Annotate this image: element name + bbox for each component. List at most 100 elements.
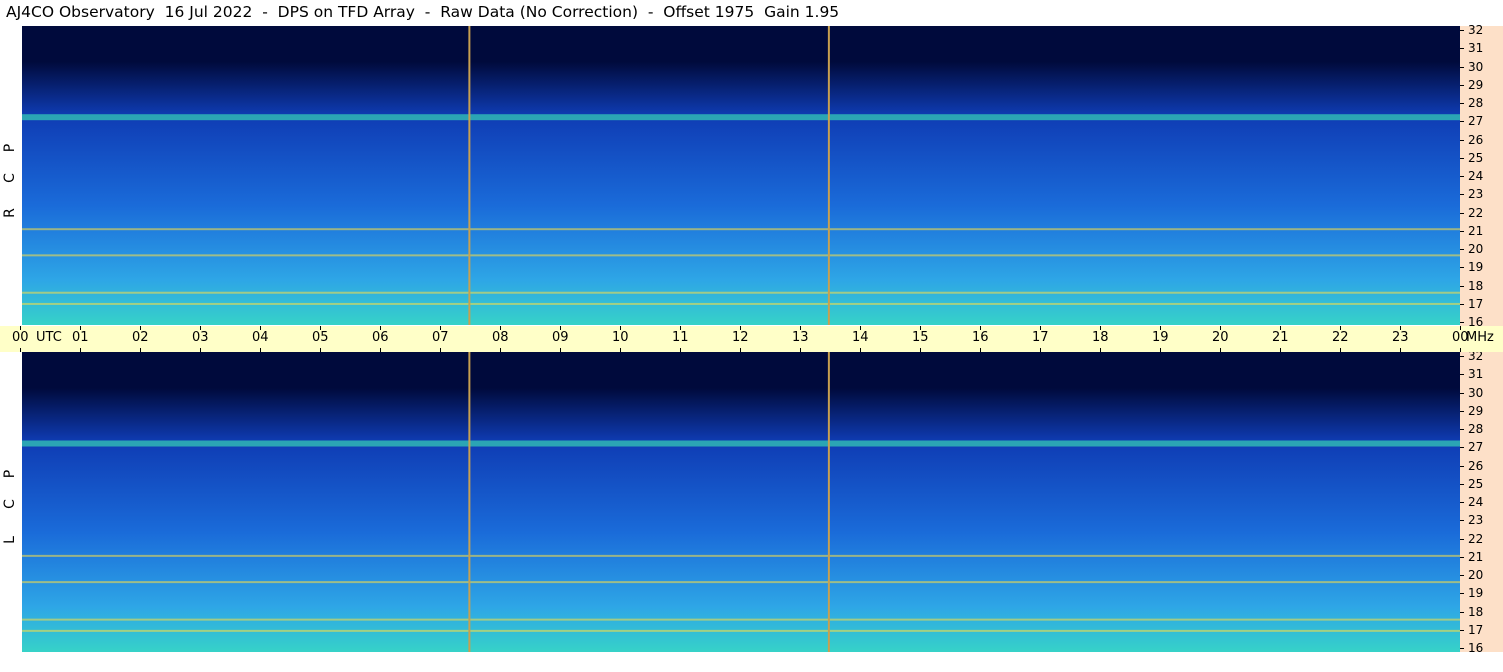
time-tick-label: 15 bbox=[912, 330, 929, 345]
freq-tick-label: 29 bbox=[1468, 77, 1484, 92]
freq-tick bbox=[1460, 285, 1464, 287]
freq-tick bbox=[1460, 121, 1464, 123]
time-tick bbox=[740, 348, 741, 352]
freq-tick-label: 32 bbox=[1468, 23, 1484, 37]
emission-band bbox=[22, 254, 1460, 257]
freq-tick-label: 26 bbox=[1468, 458, 1484, 473]
freq-tick-label: 19 bbox=[1468, 260, 1484, 275]
polarization-letter: C bbox=[2, 172, 18, 183]
emission-band bbox=[22, 228, 1460, 231]
polarization-letter: P bbox=[2, 143, 18, 152]
freq-tick-label: 25 bbox=[1468, 476, 1484, 491]
time-tick-label: 19 bbox=[1152, 330, 1169, 345]
utc-label: UTC bbox=[36, 330, 62, 345]
freq-tick bbox=[1460, 392, 1464, 394]
freq-tick-label: 31 bbox=[1468, 367, 1484, 382]
time-tick bbox=[260, 348, 261, 352]
time-tick-label: 00 bbox=[12, 330, 29, 345]
freq-tick bbox=[1460, 611, 1464, 613]
freq-tick bbox=[1460, 410, 1464, 412]
time-tick-label: 03 bbox=[192, 330, 209, 345]
freq-tick bbox=[1460, 556, 1464, 558]
time-tick bbox=[80, 348, 81, 352]
time-tick-label: 17 bbox=[1032, 330, 1049, 345]
freq-tick-label: 20 bbox=[1468, 242, 1484, 256]
time-tick-label: 01 bbox=[72, 330, 89, 345]
freq-tick-label: 25 bbox=[1468, 150, 1484, 165]
time-tick-label: 18 bbox=[1092, 330, 1109, 345]
freq-tick bbox=[1460, 356, 1464, 357]
time-tick-label: 16 bbox=[972, 330, 989, 345]
time-tick bbox=[500, 348, 501, 352]
time-tick bbox=[1100, 348, 1101, 352]
freq-tick-label: 31 bbox=[1468, 41, 1484, 56]
time-tick-label: 11 bbox=[672, 330, 689, 345]
freq-tick bbox=[1460, 322, 1464, 323]
lcp-label: L C P bbox=[0, 352, 20, 652]
freq-tick bbox=[1460, 303, 1464, 305]
freq-tick-label: 18 bbox=[1468, 278, 1484, 293]
freq-tick bbox=[1460, 157, 1464, 159]
time-tick bbox=[680, 348, 681, 352]
freq-tick bbox=[1460, 176, 1464, 177]
time-tick-label: 12 bbox=[732, 330, 749, 345]
freq-tick-label: 24 bbox=[1468, 169, 1484, 183]
time-tick bbox=[440, 348, 441, 352]
emission-band bbox=[22, 629, 1460, 632]
lcp-spectrogram bbox=[22, 352, 1460, 652]
emission-band bbox=[22, 554, 1460, 557]
time-tick bbox=[860, 348, 861, 352]
freq-tick bbox=[1460, 429, 1464, 430]
time-tick-label: 07 bbox=[432, 330, 449, 345]
freq-tick-label: 24 bbox=[1468, 495, 1484, 509]
freq-tick bbox=[1460, 483, 1464, 485]
emission-band bbox=[22, 114, 1460, 121]
time-tick bbox=[380, 348, 381, 352]
freq-tick bbox=[1460, 447, 1464, 449]
freq-tick bbox=[1460, 103, 1464, 104]
freq-tick-label: 19 bbox=[1468, 586, 1484, 601]
freq-tick-label: 28 bbox=[1468, 96, 1484, 110]
time-tick-label: 02 bbox=[132, 330, 149, 345]
freq-tick bbox=[1460, 230, 1464, 232]
rcp-spectrogram bbox=[22, 26, 1460, 325]
time-tick-label: 14 bbox=[852, 330, 869, 345]
time-tick-label: 10 bbox=[612, 330, 629, 345]
emission-band bbox=[22, 302, 1460, 305]
polarization-letter: C bbox=[2, 499, 18, 509]
rcp-frequency-axis: 16 17 18 19 20 21 22 23 24 25 26 27 28 29 30 31 32 bbox=[1460, 23, 1503, 328]
freq-tick bbox=[1460, 194, 1464, 196]
time-tick-label: 20 bbox=[1212, 330, 1229, 345]
time-tick bbox=[800, 348, 801, 352]
freq-tick bbox=[1460, 139, 1464, 141]
freq-tick bbox=[1460, 593, 1464, 595]
time-marker-line bbox=[827, 26, 830, 325]
freq-tick-label: 17 bbox=[1468, 622, 1484, 637]
polarization-letter: L bbox=[2, 536, 18, 544]
freq-tick-label: 29 bbox=[1468, 403, 1484, 418]
time-tick-label: 22 bbox=[1332, 330, 1349, 345]
time-tick bbox=[1040, 348, 1041, 352]
freq-tick-label: 26 bbox=[1468, 132, 1484, 147]
time-tick bbox=[1460, 348, 1461, 352]
time-tick bbox=[200, 348, 201, 352]
emission-band bbox=[22, 291, 1460, 294]
time-tick-label: 13 bbox=[792, 330, 809, 345]
time-tick-label: 04 bbox=[252, 330, 269, 345]
freq-tick-label: 30 bbox=[1468, 385, 1484, 400]
time-marker-line bbox=[468, 26, 471, 325]
freq-tick-label: 27 bbox=[1468, 440, 1484, 455]
freq-tick bbox=[1460, 629, 1464, 631]
freq-tick bbox=[1460, 212, 1464, 214]
time-tick bbox=[560, 348, 561, 352]
freq-tick-label: 22 bbox=[1468, 205, 1484, 220]
time-tick bbox=[1280, 348, 1281, 352]
emission-band bbox=[22, 440, 1460, 447]
time-marker-line bbox=[468, 352, 471, 652]
freq-tick bbox=[1460, 374, 1464, 376]
freq-tick bbox=[1460, 30, 1464, 31]
chart-title: AJ4CO Observatory 16 Jul 2022 - DPS on T… bbox=[6, 3, 840, 21]
freq-tick bbox=[1460, 84, 1464, 86]
freq-tick bbox=[1460, 267, 1464, 269]
freq-tick bbox=[1460, 48, 1464, 50]
